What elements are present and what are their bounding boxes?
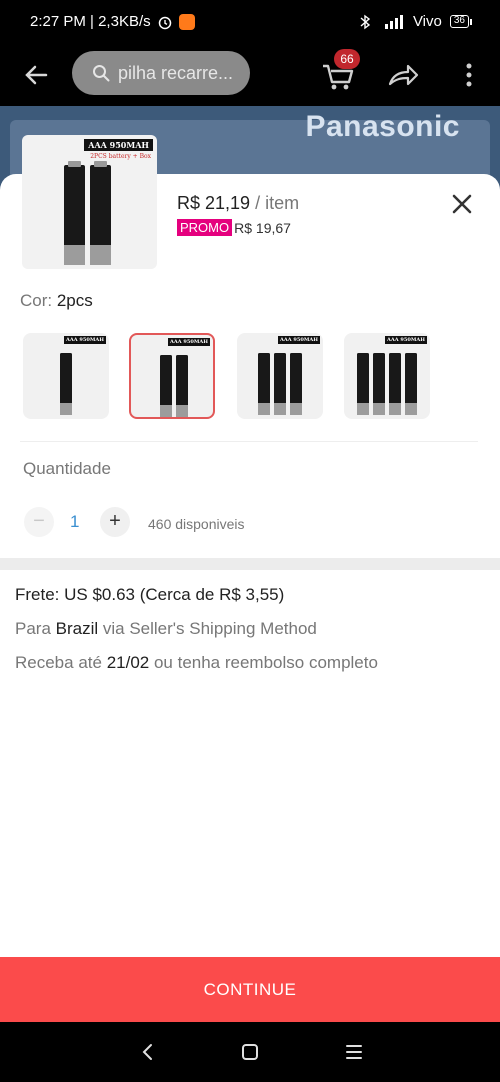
bluetooth-icon	[360, 14, 371, 29]
delivery-prefix: Receba até	[15, 653, 107, 672]
cart-count-badge: 66	[334, 49, 360, 69]
variant-battery-image	[258, 353, 302, 415]
nav-back-icon[interactable]	[138, 1040, 158, 1064]
divider	[20, 441, 478, 442]
color-selector-label: Cor: 2pcs	[20, 291, 93, 311]
signal-icon	[384, 14, 403, 29]
quantity-decrease-button[interactable]: −	[24, 507, 54, 537]
variant-label: AAA 950MAH	[385, 336, 427, 344]
promo-price: R$ 19,67	[234, 219, 291, 236]
alarm-icon	[158, 16, 171, 29]
variant-label: AAA 950MAH	[168, 338, 210, 346]
status-left: 2:27 PM | 2,3KB/s	[30, 13, 195, 30]
back-arrow-icon[interactable]	[20, 59, 52, 91]
variant-label: AAA 950MAH	[64, 336, 106, 344]
price-value: R$ 21,19	[177, 193, 251, 213]
thumb-sub: 2PCS battery + Box	[90, 153, 151, 160]
delivery-guarantee: Receba até 21/02 ou tenha reembolso comp…	[15, 653, 378, 673]
promo-row: PROMO R$ 19,67	[177, 219, 291, 236]
color-variant-option[interactable]: AAA 950MAH	[23, 333, 109, 419]
close-icon[interactable]	[448, 190, 476, 218]
promo-badge: PROMO	[177, 219, 233, 236]
delivery-date: 21/02	[106, 653, 150, 672]
shipping-destination: Para Brazil via Seller's Shipping Method	[15, 619, 317, 639]
system-navigation-bar	[0, 1022, 500, 1082]
color-variant-option[interactable]: AAA 950MAH	[237, 333, 323, 419]
thumb-label: AAA 950MAH	[84, 139, 153, 151]
status-right: Vivo 36	[359, 13, 472, 30]
price-unit: / item	[250, 193, 300, 213]
status-bar: 2:27 PM | 2,3KB/s Vivo 36	[0, 0, 500, 44]
nav-home-icon[interactable]	[240, 1042, 260, 1062]
variant-battery-image	[160, 355, 188, 417]
stock-available: 460 disponiveis	[148, 516, 245, 532]
nav-recents-icon[interactable]	[344, 1042, 364, 1062]
search-bar[interactable]: pilha recarre...	[72, 51, 250, 95]
quantity-label: Quantidade	[23, 459, 111, 478]
top-app-bar: pilha recarre... 66	[0, 44, 500, 106]
section-separator	[0, 558, 500, 570]
app-notification-icon	[178, 13, 195, 30]
search-icon	[93, 65, 110, 82]
search-query: pilha recarre...	[118, 62, 234, 83]
carrier-name: Vivo	[412, 13, 442, 30]
delivery-suffix: ou tenha reembolso completo	[149, 653, 378, 672]
dest-suffix: via Seller's Shipping Method	[98, 619, 317, 638]
variant-battery-image	[357, 353, 417, 415]
variant-label: AAA 950MAH	[278, 336, 320, 344]
share-icon[interactable]	[386, 58, 420, 92]
shipping-fee: Frete: US $0.63 (Cerca de R$ 3,55)	[15, 585, 285, 604]
item-price: R$ 21,19 / item	[177, 193, 299, 214]
quantity-increase-button[interactable]: +	[100, 507, 130, 537]
quantity-value[interactable]: 1	[70, 512, 79, 532]
color-selected-value: 2pcs	[56, 291, 93, 310]
color-label-prefix: Cor:	[20, 291, 57, 310]
continue-button[interactable]: CONTINUE	[0, 957, 500, 1022]
more-options-icon[interactable]	[458, 58, 480, 92]
battery-level: 36	[449, 15, 469, 28]
dest-country: Brazil	[55, 619, 99, 638]
battery-icon: 36	[449, 15, 472, 28]
variant-battery-image	[60, 353, 72, 415]
product-thumbnail: AAA 950MAH 2PCS battery + Box	[22, 135, 157, 269]
brand-logo-text: Panasonic	[305, 110, 460, 143]
status-time: 2:27 PM | 2,3KB/s	[30, 13, 151, 30]
dest-prefix: Para	[15, 619, 56, 638]
color-variant-option[interactable]: AAA 950MAH	[129, 333, 215, 419]
color-variant-option[interactable]: AAA 950MAH	[344, 333, 430, 419]
